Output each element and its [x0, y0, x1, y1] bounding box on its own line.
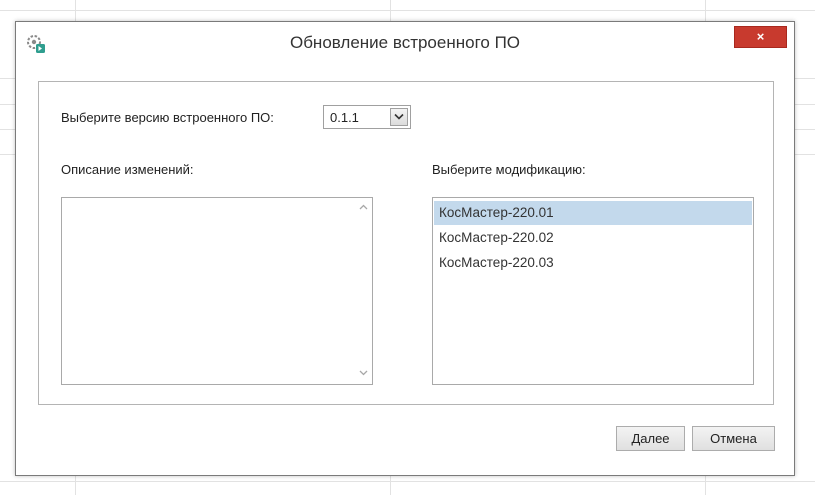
settings-group: Выберите версию встроенного ПО: 0.1.1 Оп…: [38, 81, 774, 405]
next-button[interactable]: Далее: [616, 426, 685, 451]
list-item[interactable]: КосМастер-220.02: [434, 226, 752, 250]
version-dropdown-button[interactable]: [390, 108, 408, 126]
firmware-update-dialog: Обновление встроенного ПО × Выберите вер…: [15, 21, 795, 476]
modification-list[interactable]: КосМастер-220.01 КосМастер-220.02 КосМас…: [432, 197, 754, 385]
changes-label: Описание изменений:: [61, 162, 194, 177]
changes-textarea[interactable]: [61, 197, 373, 385]
list-item[interactable]: КосМастер-220.01: [434, 201, 752, 225]
close-button[interactable]: ×: [734, 26, 787, 48]
close-icon: ×: [756, 29, 765, 44]
chevron-down-icon: [394, 113, 404, 120]
modification-label: Выберите модификацию:: [432, 162, 586, 177]
version-label: Выберите версию встроенного ПО:: [61, 110, 274, 125]
version-select[interactable]: 0.1.1: [323, 105, 411, 129]
dialog-title: Обновление встроенного ПО: [289, 33, 521, 52]
dialog-titlebar[interactable]: Обновление встроенного ПО ×: [16, 22, 794, 64]
cancel-button[interactable]: Отмена: [692, 426, 775, 451]
list-item[interactable]: КосМастер-220.03: [434, 251, 752, 275]
version-select-value: 0.1.1: [330, 110, 359, 125]
